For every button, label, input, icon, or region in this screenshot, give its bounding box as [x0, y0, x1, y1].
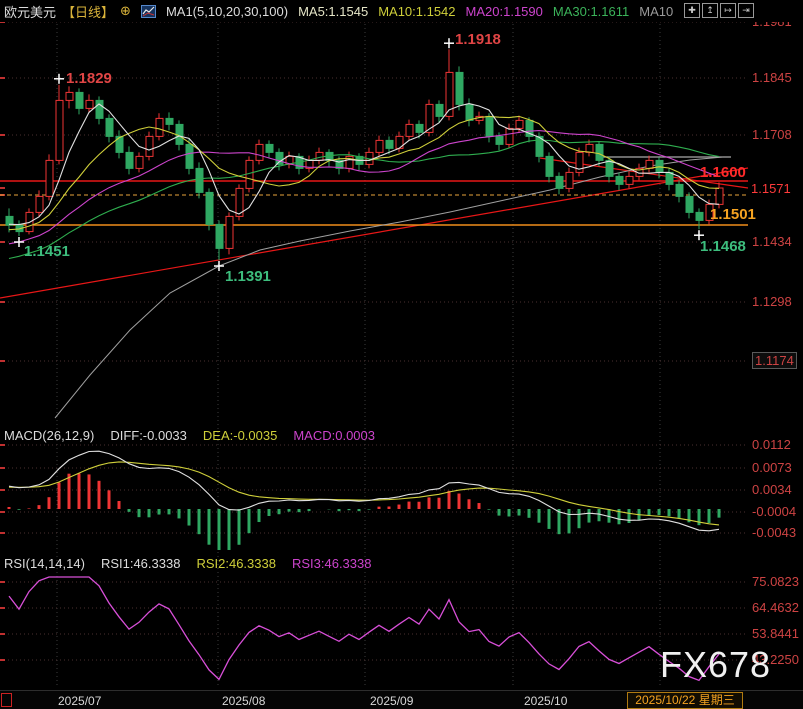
macd-indicator-row: MACD(26,12,9) DIFF:-0.0033 DEA:-0.0035 M… — [4, 428, 375, 443]
candle-body — [226, 216, 233, 248]
macd-dea-line — [9, 462, 719, 525]
ma100-line — [55, 157, 723, 418]
candle-body — [546, 156, 553, 176]
candle-body — [276, 152, 283, 164]
candle-body — [436, 104, 443, 116]
exit-right-icon[interactable]: ⇥ — [738, 3, 754, 18]
ma30-value: MA30:1.1611 — [553, 4, 629, 19]
candle-body — [46, 160, 53, 196]
ma100-label: MA10 — [639, 4, 673, 19]
time-axis-label: 2025/07 — [58, 694, 101, 708]
rsi3-value: RSI3:46.3338 — [292, 556, 372, 571]
candle-body — [96, 100, 103, 118]
ma20-value: MA20:1.1590 — [466, 4, 543, 19]
time-axis-label: 2025/09 — [370, 694, 413, 708]
candle-body — [686, 196, 693, 212]
ma30-line — [9, 140, 719, 259]
candle-body — [386, 140, 393, 148]
macd-title[interactable]: MACD(26,12,9) — [4, 428, 94, 443]
rsi-indicator-row: RSI(14,14,14) RSI1:46.3338 RSI2:46.3338 … — [4, 556, 371, 571]
candle-body — [616, 176, 623, 184]
candle-body — [146, 136, 153, 156]
candle-body — [206, 192, 213, 224]
rsi1-value: RSI1:46.3338 — [101, 556, 181, 571]
candle-body — [36, 196, 43, 212]
candle-body — [316, 152, 323, 160]
chart-toolbar: ✚↥↦⇥ — [684, 3, 754, 18]
trading-app-window: 欧元美元 【日线】 ⊕ MA1(5,10,20,30,100) MA5:1.15… — [0, 0, 803, 709]
macd-diff-line — [9, 451, 719, 531]
macd-diff-value: DIFF:-0.0033 — [110, 428, 187, 443]
ma-settings-label: MA1(5,10,20,30,100) — [166, 4, 288, 19]
candle-body — [606, 160, 613, 176]
chart-canvas[interactable] — [0, 0, 803, 709]
candle-body — [496, 136, 503, 144]
candle-body — [136, 156, 143, 168]
rsi-line — [9, 577, 719, 680]
candle-body — [156, 118, 163, 136]
period-label[interactable]: 【日线】 — [62, 2, 114, 21]
axis-corner-mark — [1, 693, 12, 707]
macd-dea-value: DEA:-0.0035 — [203, 428, 277, 443]
candle-body — [486, 116, 493, 136]
candle-body — [426, 104, 433, 132]
ma10-value: MA10:1.1542 — [378, 4, 455, 19]
scale-right-icon[interactable]: ↦ — [720, 3, 736, 18]
candle-body — [216, 224, 223, 248]
crosshair-icon[interactable]: ✚ — [684, 3, 700, 18]
candle-body — [566, 172, 573, 188]
candle-body — [106, 118, 113, 136]
candle-body — [626, 176, 633, 184]
candle-body — [676, 184, 683, 196]
candle-body — [416, 124, 423, 132]
ma5-value: MA5:1.1545 — [298, 4, 368, 19]
candle-body — [716, 188, 723, 204]
candle-body — [466, 104, 473, 120]
time-axis-label: 2025/10 — [524, 694, 567, 708]
candle-body — [696, 212, 703, 220]
candle-body — [556, 176, 563, 188]
candle-body — [56, 100, 63, 160]
candle-body — [596, 144, 603, 160]
macd-value: MACD:0.0003 — [293, 428, 375, 443]
candle-body — [266, 144, 273, 152]
candle-body — [666, 172, 673, 184]
candle-body — [506, 128, 513, 144]
candle-body — [646, 160, 653, 168]
time-axis-label: 2025/08 — [222, 694, 265, 708]
add-indicator-icon[interactable]: ⊕ — [120, 3, 131, 19]
candle-body — [76, 92, 83, 108]
rsi-title[interactable]: RSI(14,14,14) — [4, 556, 85, 571]
chart-type-icon[interactable] — [141, 5, 156, 18]
candle-body — [126, 152, 133, 168]
candle-body — [456, 72, 463, 104]
scale-up-icon[interactable]: ↥ — [702, 3, 718, 18]
current-date-badge[interactable]: 2025/10/22 星期三 — [627, 692, 743, 709]
time-axis-bar[interactable]: 2025/10/22 星期三 2025/07 2025/08 2025/09 2025… — [0, 690, 803, 709]
candle-body — [586, 144, 593, 152]
title-bar: 欧元美元 【日线】 ⊕ MA1(5,10,20,30,100) MA5:1.15… — [0, 0, 803, 22]
watermark: FX678 — [660, 644, 771, 686]
candle-body — [66, 92, 73, 100]
candle-body — [406, 124, 413, 136]
candle-body — [196, 168, 203, 192]
candle-body — [256, 144, 263, 160]
candle-body — [186, 144, 193, 168]
rsi2-value: RSI2:46.3338 — [196, 556, 276, 571]
candle-body — [516, 120, 523, 128]
candle-body — [376, 140, 383, 152]
candle-body — [166, 118, 173, 124]
trendline — [0, 168, 748, 298]
candle-body — [706, 204, 713, 220]
candle-body — [86, 100, 93, 108]
symbol-name: 欧元美元 — [4, 2, 56, 21]
